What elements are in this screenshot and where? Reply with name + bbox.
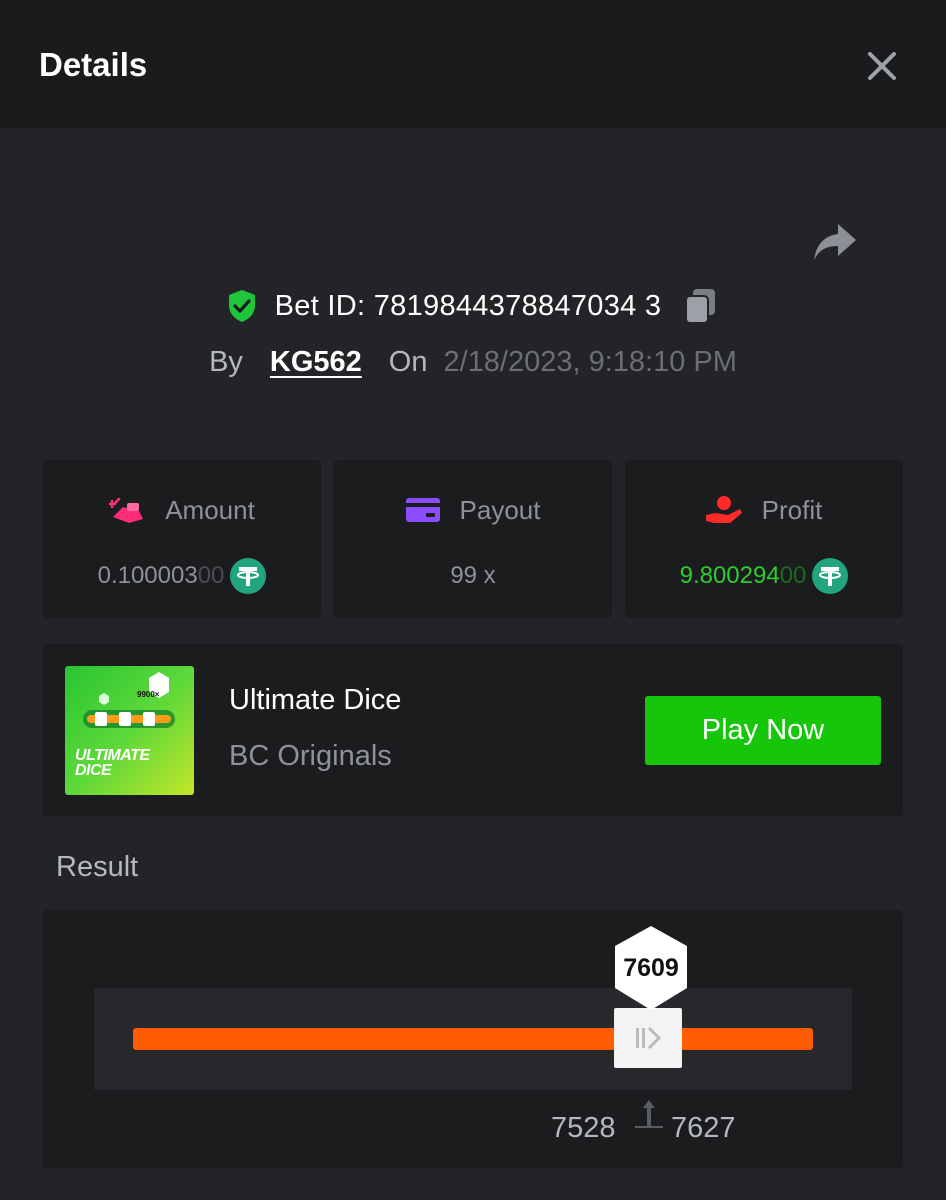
by-label: By: [209, 345, 243, 378]
profit-card: Profit 9.800294 00: [625, 460, 903, 618]
on-label: On: [388, 345, 428, 378]
arrow-up-icon: [635, 1100, 663, 1128]
shield-check-icon: [228, 290, 255, 322]
payout-value: 99 x: [450, 562, 496, 589]
profit-value: 9.800294: [679, 562, 780, 589]
range-low: 7528: [551, 1112, 616, 1144]
payout-card: Payout 99 x: [334, 460, 612, 618]
share-icon[interactable]: [810, 220, 860, 264]
amount-label: Amount: [165, 494, 255, 525]
slider-handle[interactable]: [614, 1008, 682, 1068]
slider-background: [94, 988, 852, 1090]
game-name: Ultimate Dice: [229, 684, 402, 716]
header: Details: [0, 0, 946, 128]
copy-icon[interactable]: [683, 287, 719, 325]
slider-track: [133, 1028, 813, 1050]
slider-grip-icon: [636, 1026, 662, 1050]
bet-id-row: Bet ID: 7819844378847034 3: [0, 284, 946, 328]
card-icon: [405, 498, 440, 522]
tether-icon: [230, 558, 267, 594]
profit-value-faded: 00: [779, 562, 807, 589]
amount-value-faded: 00: [197, 562, 225, 589]
range-high: 7627: [671, 1112, 736, 1144]
game-thumbnail[interactable]: 9900× ULTIMATE DICE: [65, 666, 194, 795]
result-range: 7528 7627: [43, 1100, 903, 1150]
thumb-title: ULTIMATE DICE: [75, 747, 150, 779]
amount-card: Amount 0.100003 00: [43, 460, 321, 618]
profit-label: Profit: [761, 494, 823, 525]
amount-value: 0.100003: [97, 562, 198, 589]
coins-icon: [109, 497, 144, 523]
bet-id: Bet ID: 7819844378847034 3: [274, 289, 662, 322]
result-value: 7609: [623, 954, 679, 982]
result-card: 7609 7528 7627: [43, 910, 903, 1168]
bet-date: 2/18/2023, 9:18:10 PM: [443, 345, 737, 378]
page-title: Details: [39, 46, 148, 83]
bet-meta-row: By KG562 On 2/18/2023, 9:18:10 PM: [0, 340, 946, 384]
play-now-button[interactable]: Play Now: [645, 696, 881, 765]
game-card: 9900× ULTIMATE DICE Ultimate Dice BC Ori…: [43, 644, 903, 816]
hand-money-icon: [705, 496, 742, 523]
close-icon[interactable]: [862, 46, 902, 86]
result-label: Result: [56, 851, 139, 883]
payout-label: Payout: [459, 494, 541, 525]
tether-icon: [812, 558, 849, 594]
game-provider: BC Originals: [229, 740, 392, 772]
username-link[interactable]: KG562: [270, 346, 362, 379]
thumb-multiplier: 9900×: [137, 690, 160, 699]
